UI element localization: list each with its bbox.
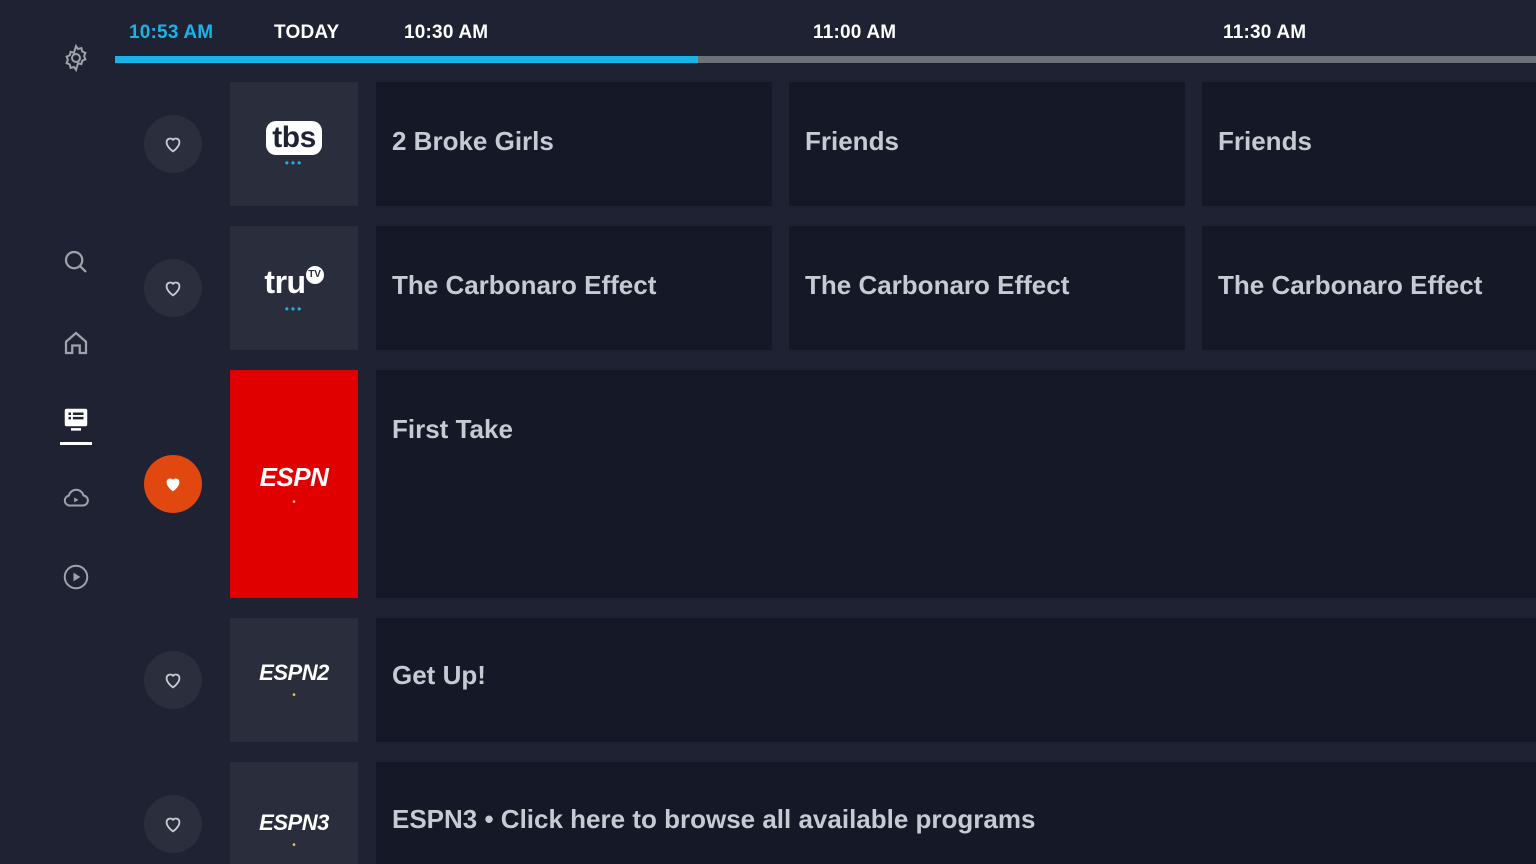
program-title: Friends [805, 126, 899, 156]
trutv-logo-badge: TV [305, 265, 324, 284]
timeline-progress [115, 56, 1536, 63]
program-title: Get Up! [392, 660, 486, 690]
channel-logo-tbs[interactable]: tbs ••• [230, 82, 358, 206]
program-title: The Carbonaro Effect [1218, 270, 1483, 300]
logo-dot: • [292, 690, 296, 701]
heart-outline-icon [165, 137, 181, 153]
selected-nav-indicator [60, 442, 92, 445]
program-cell[interactable]: The Carbonaro Effect [376, 226, 772, 350]
channel-row-trutv: tru TV ••• The Carbonaro Effect The Carb… [115, 226, 1536, 350]
cloud-play-icon[interactable] [58, 480, 94, 516]
program-cell[interactable]: Friends [1202, 82, 1536, 206]
favorite-button[interactable] [144, 651, 202, 709]
logo-dot: • [292, 840, 296, 851]
program-cell[interactable]: The Carbonaro Effect [1202, 226, 1536, 350]
channel-logo-espn2[interactable]: ESPN2 • [230, 618, 358, 742]
sidebar [0, 0, 115, 864]
logo-dots: ••• [284, 301, 304, 316]
program-title: First Take [392, 414, 513, 444]
program-cell[interactable]: Get Up! [376, 618, 1536, 742]
timeline-progress-fill [115, 56, 698, 63]
channel-logo-espn[interactable]: ESPN • [230, 370, 358, 598]
program-cell[interactable]: The Carbonaro Effect [789, 226, 1185, 350]
channel-logo-espn3[interactable]: ESPN3 • [230, 762, 358, 864]
program-title: Friends [1218, 126, 1312, 156]
search-icon[interactable] [58, 244, 94, 280]
gear-icon[interactable] [58, 40, 94, 76]
program-cell[interactable]: 2 Broke Girls [376, 82, 772, 206]
current-time: 10:53 AM [129, 22, 214, 43]
channel-row-espn: ESPN • First Take [115, 370, 1536, 598]
program-title: The Carbonaro Effect [805, 270, 1070, 300]
home-icon[interactable] [58, 325, 94, 361]
heart-outline-icon [165, 673, 181, 689]
favorite-button[interactable] [144, 115, 202, 173]
favorite-button[interactable] [144, 259, 202, 317]
logo-dots: ••• [284, 156, 304, 170]
program-cell[interactable]: ESPN3 • Click here to browse all availab… [376, 762, 1536, 864]
trutv-logo-text: tru [264, 263, 306, 300]
channel-row-tbs: tbs ••• 2 Broke Girls Friends Friends [115, 82, 1536, 206]
program-cell[interactable]: First Take [376, 370, 1536, 598]
heart-outline-icon [165, 817, 181, 833]
tbs-logo-text: tbs [266, 121, 322, 155]
espn-logo-text: ESPN [259, 461, 329, 492]
play-circle-icon[interactable] [58, 559, 94, 595]
favorite-button[interactable] [144, 795, 202, 853]
channel-row-espn3: ESPN3 • ESPN3 • Click here to browse all… [115, 762, 1536, 864]
channel-row-espn2: ESPN2 • Get Up! [115, 618, 1536, 742]
channel-logo-trutv[interactable]: tru TV ••• [230, 226, 358, 350]
day-label: TODAY [274, 22, 340, 43]
espn2-logo-text: ESPN2 [259, 660, 329, 685]
time-slot-3: 11:30 AM [1223, 22, 1307, 43]
heart-filled-icon [166, 478, 180, 492]
time-header: 10:53 AM TODAY 10:30 AM 11:00 AM 11:30 A… [115, 0, 1536, 64]
logo-dot: • [292, 496, 296, 508]
time-slot-1: 10:30 AM [404, 22, 489, 43]
program-title: 2 Broke Girls [392, 126, 554, 156]
program-cell[interactable]: Friends [789, 82, 1185, 206]
time-slot-2: 11:00 AM [813, 22, 897, 43]
heart-outline-icon [165, 281, 181, 297]
program-title: ESPN3 • Click here to browse all availab… [392, 804, 1036, 834]
guide-list-icon[interactable] [58, 402, 94, 438]
favorite-button[interactable] [144, 455, 202, 513]
program-title: The Carbonaro Effect [392, 270, 657, 300]
espn3-logo-text: ESPN3 [259, 810, 329, 835]
trutv-logo: tru TV [264, 263, 324, 301]
